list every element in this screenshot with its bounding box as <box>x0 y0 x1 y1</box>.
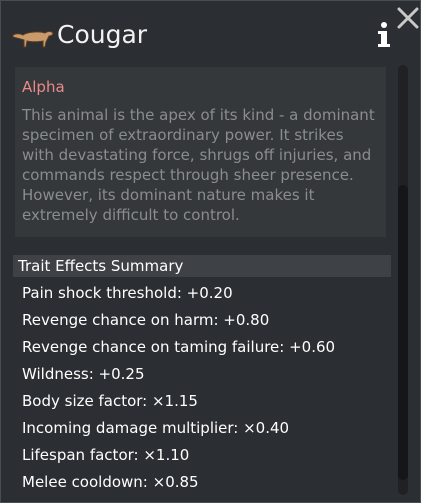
effect-wildness: Wildness: +0.25 <box>22 365 145 383</box>
trait-name: Alpha <box>22 78 65 96</box>
scrollbar-thumb[interactable] <box>398 185 408 480</box>
trait-effects-list: Pain shock threshold: +0.20 Revenge chan… <box>22 283 382 499</box>
trait-description: This animal is the apex of its kind - a … <box>22 106 375 224</box>
vertical-scrollbar[interactable] <box>394 65 412 495</box>
effect-revenge-chance-on-harm: Revenge chance on harm: +0.80 <box>22 311 270 329</box>
trait-info-window: Cougar Alpha This animal is the apex of … <box>0 0 421 503</box>
trait-description-box: Alpha This animal is the apex of its kin… <box>15 67 386 237</box>
close-icon[interactable] <box>396 6 420 30</box>
trait-effects-summary-header: Trait Effects Summary <box>13 255 391 277</box>
info-icon[interactable] <box>374 21 394 49</box>
effect-incoming-damage-multiplier: Incoming damage multiplier: ×0.40 <box>22 419 290 437</box>
window-header: Cougar <box>1 1 420 61</box>
effect-lifespan-factor: Lifespan factor: ×1.10 <box>22 446 190 464</box>
effect-revenge-chance-on-taming-failure: Revenge chance on taming failure: +0.60 <box>22 338 336 356</box>
effect-pain-shock-threshold: Pain shock threshold: +0.20 <box>22 284 233 302</box>
effect-melee-cooldown: Melee cooldown: ×0.85 <box>22 473 199 491</box>
cougar-icon <box>12 31 54 48</box>
effect-body-size-factor: Body size factor: ×1.15 <box>22 392 198 410</box>
window-title: Cougar <box>57 20 148 49</box>
